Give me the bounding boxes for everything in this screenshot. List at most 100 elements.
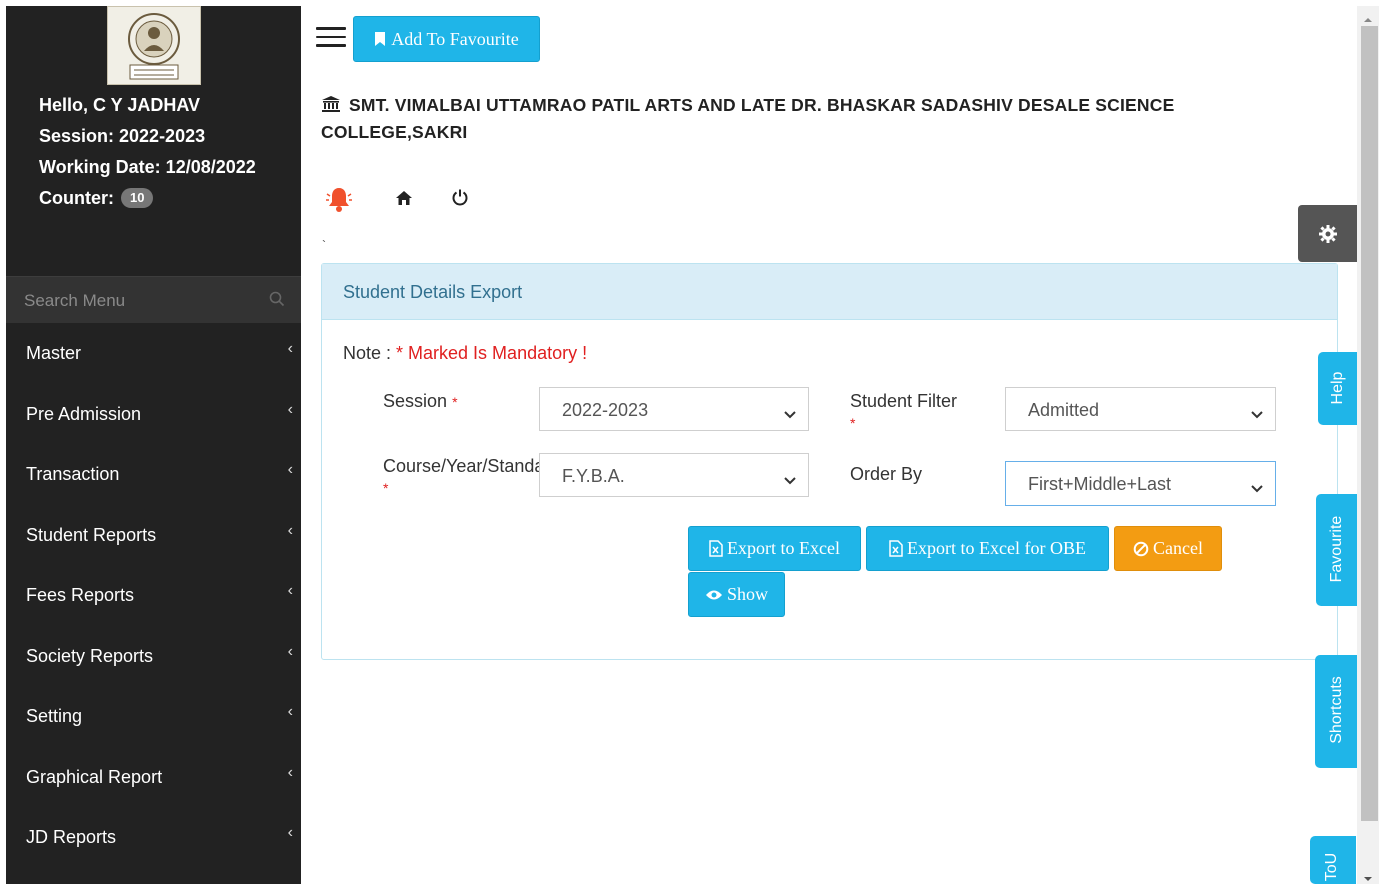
sidebar-item-pre-admission[interactable]: Pre Admission ‹ (6, 384, 301, 445)
cancel-label: Cancel (1153, 538, 1203, 558)
power-icon[interactable] (451, 188, 469, 211)
shortcuts-tab[interactable]: Shortcuts (1315, 655, 1357, 768)
session-label-text: Session (383, 391, 448, 411)
favourite-tab[interactable]: Favourite (1316, 494, 1357, 606)
panel-title: Student Details Export (343, 282, 523, 302)
chevron-down-icon (784, 403, 796, 424)
add-to-favourite-button[interactable]: Add To Favourite (353, 16, 540, 62)
chevron-left-icon: ‹ (287, 824, 293, 841)
chevron-down-icon (1251, 403, 1263, 424)
chevron-left-icon: ‹ (287, 461, 293, 478)
student-filter-select[interactable]: Admitted (1005, 387, 1276, 431)
eye-icon (705, 590, 722, 599)
user-info: Hello, C Y JADHAV Session: 2022-2023 Wor… (39, 90, 256, 214)
note-text: * Marked Is Mandatory ! (396, 343, 588, 363)
sidebar-item-label: Master (26, 343, 82, 363)
sidebar-item-student-reports[interactable]: Student Reports ‹ (6, 505, 301, 566)
export-to-excel-button[interactable]: Export to Excel (688, 526, 861, 571)
chevron-down-icon (784, 469, 796, 490)
mandatory-note: Note : * Marked Is Mandatory ! (343, 343, 587, 364)
order-by-select[interactable]: First+Middle+Last (1005, 461, 1276, 506)
chevron-left-icon: ‹ (287, 763, 293, 781)
stray-mark: ` (322, 238, 326, 252)
search-icon[interactable] (269, 291, 285, 312)
required-mark: * (452, 394, 458, 410)
counter-badge: 10 (121, 188, 154, 208)
settings-button[interactable] (1298, 205, 1357, 262)
add-to-favourite-label: Add To Favourite (391, 28, 519, 49)
export-to-excel-obe-button[interactable]: Export to Excel for OBE (866, 526, 1109, 571)
user-working-date: Working Date: 12/08/2022 (39, 157, 256, 177)
ban-icon (1133, 541, 1149, 556)
menu-search (6, 276, 301, 323)
college-title: SMT. VIMALBAI UTTAMRAO PATIL ARTS AND LA… (321, 92, 1241, 146)
excel-file-icon (889, 540, 903, 557)
course-select[interactable]: F.Y.B.A. (539, 453, 809, 497)
chevron-left-icon: ‹ (287, 400, 293, 418)
chevron-left-icon: ‹ (287, 703, 293, 720)
user-counter: Counter: 10 (39, 183, 256, 214)
menu-search-input[interactable] (22, 288, 256, 314)
cancel-button[interactable]: Cancel (1114, 526, 1222, 571)
scroll-down-arrow-icon[interactable] (1363, 869, 1373, 887)
panel-header: Student Details Export (322, 264, 1337, 320)
gear-icon (1318, 224, 1337, 243)
chevron-down-icon (1251, 477, 1263, 498)
chevron-left-icon: ‹ (287, 521, 293, 539)
sidebar-item-fees-reports[interactable]: Fees Reports ‹ (6, 565, 301, 626)
scroll-up-arrow-icon[interactable] (1363, 10, 1373, 28)
sidebar-item-label: Setting (26, 706, 83, 726)
course-select-value: F.Y.B.A. (562, 466, 625, 486)
tou-tab-label: ToU (1323, 852, 1340, 882)
sidebar-menu: Master ‹ Pre Admission ‹ Transaction ‹ Stud… (6, 323, 301, 868)
order-by-label: Order By (850, 464, 923, 484)
student-filter-label-text: Student Filter (850, 391, 958, 411)
session-select-value: 2022-2023 (562, 400, 649, 420)
student-details-export-panel: Student Details Export Note : * Marked I… (321, 263, 1338, 660)
course-label-text: Course/Year/Standard (383, 456, 539, 476)
notification-bell-icon[interactable] (324, 184, 354, 219)
required-mark: * (383, 480, 389, 496)
session-label: Session * (383, 391, 458, 412)
export-to-excel-label: Export to Excel (727, 538, 840, 558)
sidebar-item-label: JD Reports (26, 827, 117, 847)
favourite-tab-label: Favourite (1328, 515, 1345, 583)
show-button[interactable]: Show (688, 572, 785, 617)
hamburger-menu-icon[interactable] (316, 27, 346, 47)
home-icon[interactable] (395, 190, 413, 211)
student-filter-label: Student Filter * (850, 391, 957, 433)
sidebar-item-label: Pre Admission (26, 403, 142, 424)
sidebar-item-jd-reports[interactable]: JD Reports ‹ (6, 807, 301, 868)
order-by-select-value: First+Middle+Last (1028, 474, 1172, 494)
course-label: Course/Year/Standard * (383, 456, 539, 498)
sidebar-item-label: Fees Reports (26, 585, 135, 605)
sidebar-item-society-reports[interactable]: Society Reports ‹ (6, 626, 301, 687)
counter-label: Counter: (39, 188, 114, 208)
shortcuts-tab-label: Shortcuts (1328, 676, 1345, 744)
sidebar-item-transaction[interactable]: Transaction ‹ (6, 444, 301, 505)
sidebar-item-setting[interactable]: Setting ‹ (6, 686, 301, 747)
sidebar: Hello, C Y JADHAV Session: 2022-2023 Wor… (6, 6, 301, 884)
required-mark: * (850, 415, 856, 431)
sidebar-item-label: Society Reports (26, 645, 154, 666)
chevron-left-icon: ‹ (287, 582, 293, 599)
help-tab[interactable]: Help (1318, 352, 1357, 425)
export-to-excel-obe-label: Export to Excel for OBE (907, 538, 1086, 558)
user-session: Session: 2022-2023 (39, 126, 206, 146)
college-logo (107, 6, 201, 85)
scrollbar-thumb[interactable] (1361, 26, 1378, 821)
college-name: SMT. VIMALBAI UTTAMRAO PATIL ARTS AND LA… (321, 95, 1175, 142)
note-prefix: Note : (343, 343, 397, 363)
sidebar-item-master[interactable]: Master ‹ (6, 323, 301, 384)
show-label: Show (726, 584, 768, 604)
institution-icon (322, 96, 340, 112)
help-tab-label: Help (1329, 371, 1346, 405)
session-select[interactable]: 2022-2023 (539, 387, 809, 431)
excel-file-icon (709, 540, 723, 557)
user-greeting: Hello, C Y JADHAV (39, 95, 201, 115)
sidebar-item-label: Transaction (26, 464, 120, 484)
sidebar-item-graphical-report[interactable]: Graphical Report ‹ (6, 747, 301, 808)
sidebar-item-label: Student Reports (26, 524, 157, 545)
bookmark-icon (375, 32, 386, 46)
tou-tab[interactable]: ToU (1310, 836, 1356, 884)
